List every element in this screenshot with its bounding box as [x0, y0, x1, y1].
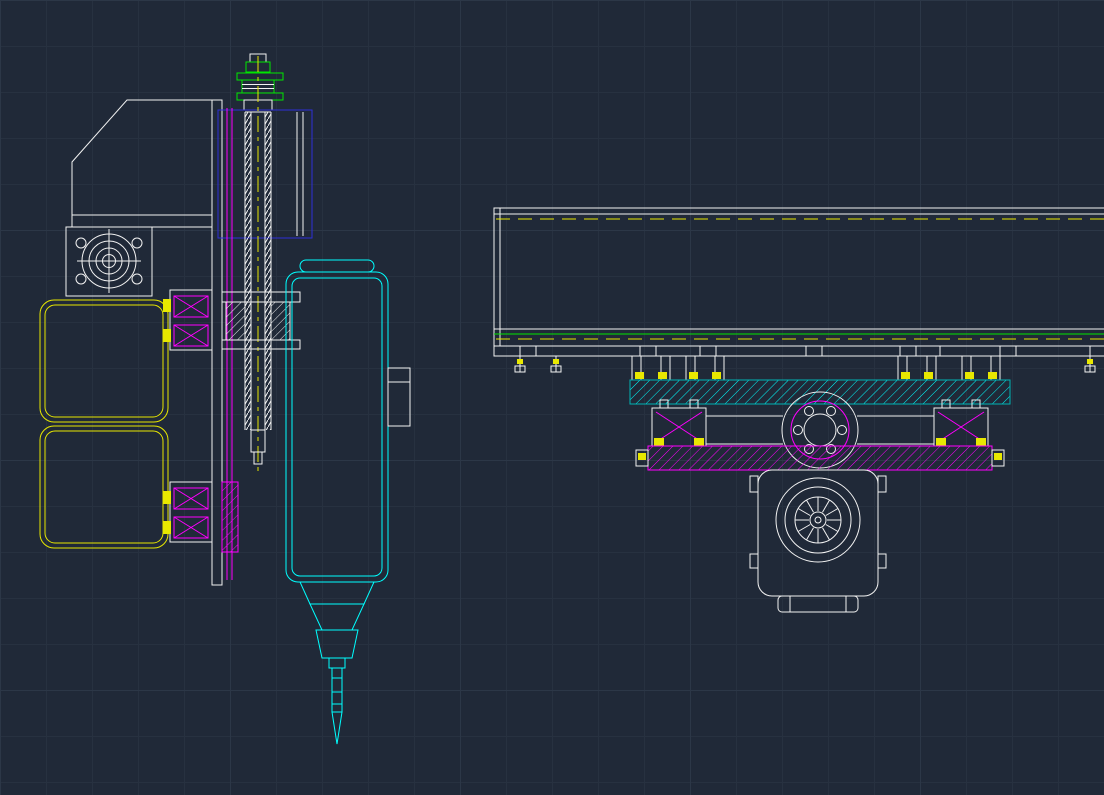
lower-carriage-left[interactable]	[651, 399, 707, 447]
ball-nut[interactable]	[221, 291, 301, 350]
fan-spoke	[822, 527, 830, 541]
flange-circle-inner	[803, 413, 837, 447]
fan-spoke	[822, 499, 830, 513]
mount-bracket[interactable]	[71, 99, 223, 586]
beam-bolts[interactable]	[514, 356, 1096, 373]
fan-spoke	[825, 508, 839, 516]
fan-spoke	[806, 527, 814, 541]
grease-nipple	[976, 438, 986, 446]
bolt-washer	[553, 359, 559, 364]
clamp-shim	[901, 372, 910, 379]
carriage-outline	[169, 481, 213, 543]
bolt-hole	[75, 237, 87, 249]
fan-spoke	[825, 524, 839, 532]
motor-side-tab	[877, 475, 887, 493]
fan-spoke	[797, 524, 811, 532]
clamp-shim	[712, 372, 721, 379]
collet-nut	[315, 629, 359, 659]
motor-hub-dot	[814, 516, 822, 524]
left-view	[39, 53, 411, 745]
plate-end-shim	[994, 453, 1002, 460]
clamp-shim	[658, 372, 667, 379]
bolt-hole	[75, 273, 87, 285]
clamp-shim	[965, 372, 974, 379]
clamp-shim	[689, 372, 698, 379]
rail-hatch	[221, 481, 239, 553]
grease-nipple	[163, 521, 171, 534]
motor-side-tab	[749, 553, 759, 569]
plate-end-shim	[638, 453, 646, 460]
pulley-flange-bottom	[236, 92, 284, 101]
right-view	[493, 207, 1104, 613]
clamp-shim	[635, 372, 644, 379]
fan-spoke	[806, 499, 814, 513]
grease-nipple	[163, 491, 171, 504]
pulley-flange-top	[236, 72, 284, 81]
rotary-plate-outline	[647, 445, 993, 471]
grease-nipple	[694, 438, 704, 446]
spindle-body	[285, 271, 389, 583]
spindle-taper	[299, 581, 375, 605]
grease-nipple	[163, 299, 171, 312]
motor-hub-circle	[809, 511, 827, 529]
spindle-nose	[309, 603, 365, 631]
rail-carriage-bottom[interactable]	[163, 481, 213, 543]
spindle-connector-box[interactable]	[387, 367, 411, 427]
rotary-motor[interactable]	[749, 469, 887, 613]
fan-spoke	[797, 508, 811, 516]
collet-neck	[328, 657, 346, 669]
motor-frame	[39, 425, 169, 549]
spindle-body-inner	[291, 277, 383, 577]
gantry-beam[interactable]	[493, 207, 1104, 357]
connector-outline	[387, 367, 411, 427]
nut-body-hatch	[270, 301, 291, 341]
motor-side-tab	[749, 475, 759, 493]
drive-pulley[interactable]	[236, 53, 284, 111]
drawing-canvas[interactable]	[0, 0, 1104, 795]
servo-motor-body[interactable]	[39, 299, 169, 549]
flange-bolt	[826, 406, 836, 416]
bracket-outline	[71, 99, 213, 228]
nut-flange-top	[221, 291, 301, 303]
grease-nipple	[936, 438, 946, 446]
thread-band	[245, 112, 251, 430]
tool-tip	[331, 711, 343, 745]
cad-viewport[interactable]	[0, 0, 1104, 795]
rotary-plate[interactable]	[635, 445, 1005, 471]
spindle-motor[interactable]	[285, 259, 389, 745]
ball-screw[interactable]	[244, 56, 272, 472]
rail-clamps-upper[interactable]	[631, 355, 1001, 381]
thread-band	[265, 112, 271, 430]
nut-body-hatch	[225, 301, 246, 341]
nut-flange-bottom	[221, 339, 301, 350]
bolt-washer	[1087, 359, 1093, 364]
carriage-outline	[169, 289, 213, 351]
clamp-shim	[924, 372, 933, 379]
bolt-washer	[517, 359, 523, 364]
beam-outline	[493, 207, 1104, 347]
beam-sole-plate	[493, 345, 1104, 357]
flange-bolt	[804, 406, 814, 416]
bolt-hole	[131, 273, 143, 285]
lower-carriage-right[interactable]	[933, 399, 989, 447]
clamp-shim	[988, 372, 997, 379]
flange-bolt	[793, 425, 803, 435]
bolt-hole	[131, 237, 143, 249]
rail-carriage-top[interactable]	[163, 289, 213, 351]
grease-nipple	[163, 329, 171, 342]
motor-side-tab	[877, 553, 887, 569]
servo-flange[interactable]	[65, 226, 153, 297]
motor-frame	[39, 299, 169, 423]
flange-bolt	[837, 425, 847, 435]
spindle-cap	[299, 259, 375, 273]
linear-rail[interactable]	[221, 108, 239, 580]
z-plate	[211, 99, 223, 586]
motor-frame-inner	[44, 304, 164, 418]
grease-nipple	[654, 438, 664, 446]
motor-frame-inner	[44, 430, 164, 544]
tool-shank	[331, 667, 343, 713]
motor-circle-outer	[775, 477, 861, 563]
